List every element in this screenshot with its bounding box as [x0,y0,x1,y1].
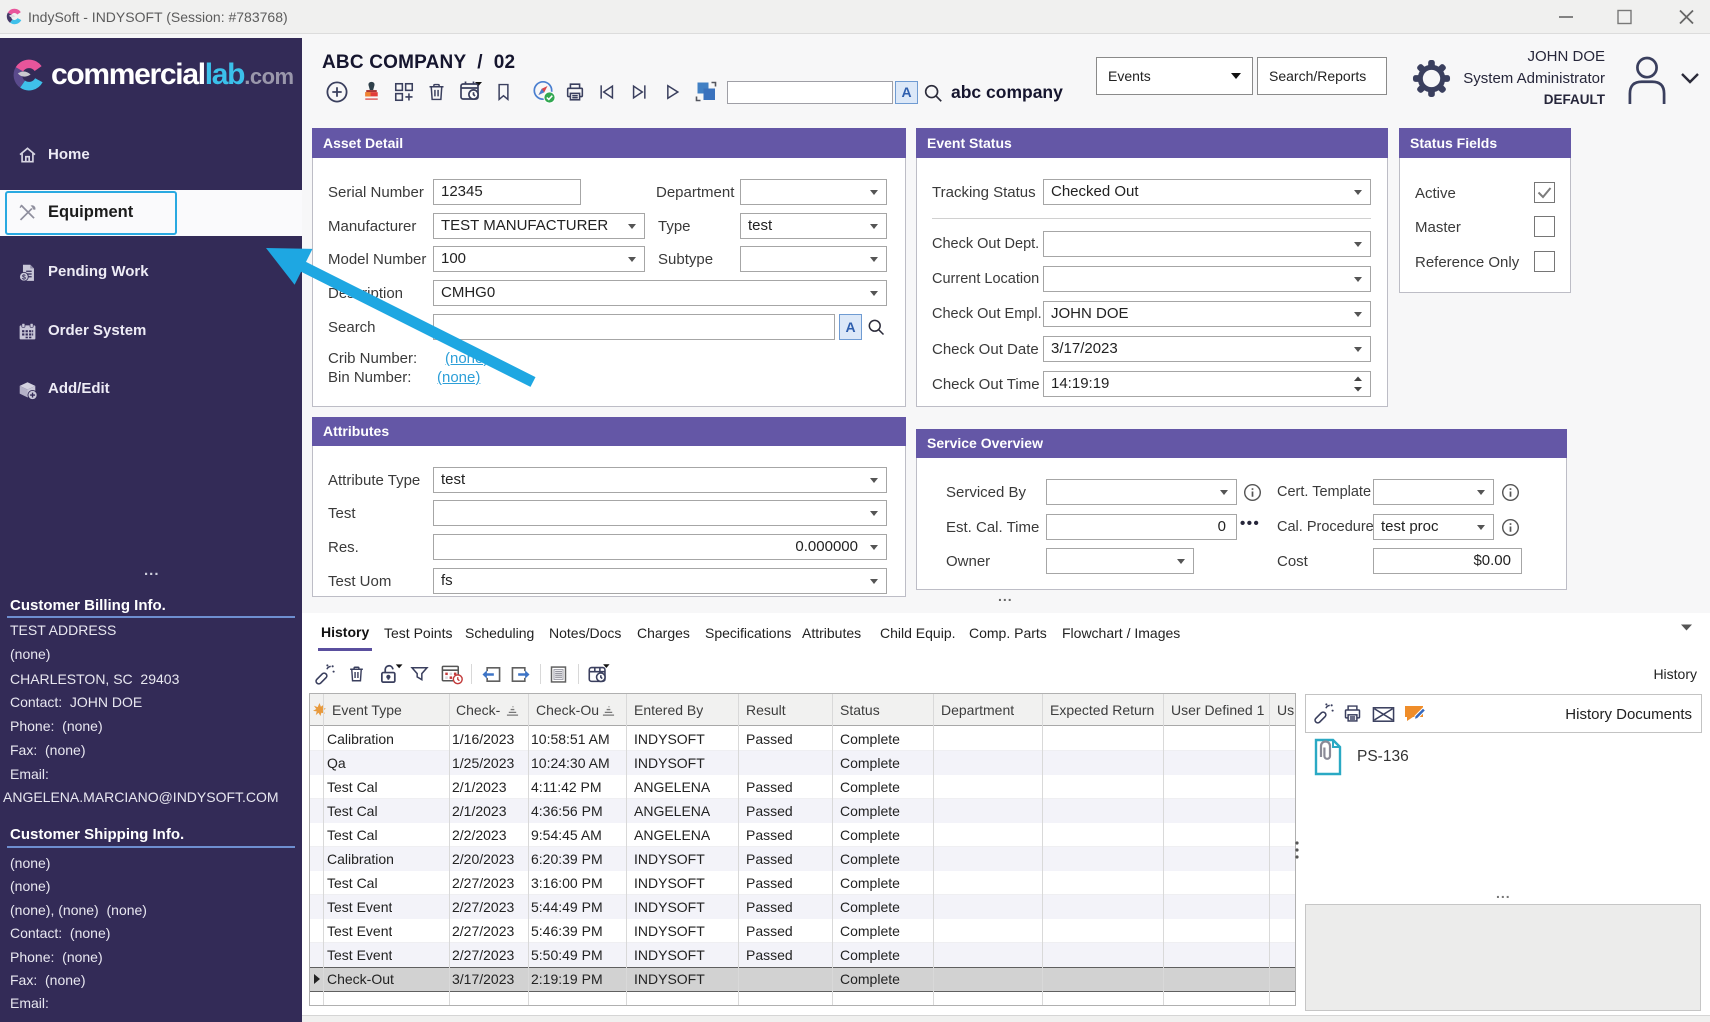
svg-text:$: $ [22,274,26,281]
